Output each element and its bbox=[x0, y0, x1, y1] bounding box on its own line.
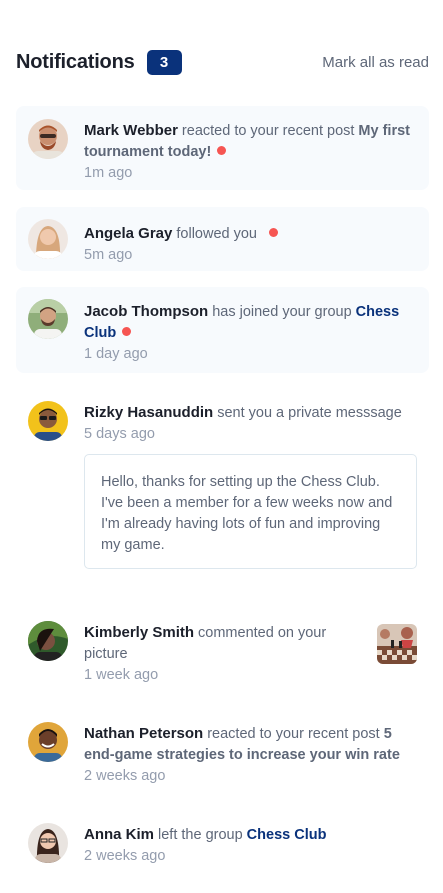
notification-item[interactable]: Kimberly Smith commented on your picture … bbox=[16, 608, 429, 694]
notification-text: Anna Kim left the group Chess Club bbox=[84, 824, 413, 846]
avatar-angela-gray[interactable] bbox=[28, 219, 68, 259]
user-name-link[interactable]: Angela Gray bbox=[84, 225, 172, 242]
notification-time: 1 day ago bbox=[84, 346, 148, 362]
notification-action: reacted to your recent post bbox=[181, 123, 355, 139]
notification-time: 1 week ago bbox=[84, 667, 159, 683]
unread-dot-icon bbox=[217, 146, 227, 155]
notification-action: sent you a private messsage bbox=[217, 405, 402, 421]
notification-text: Jacob Thompson has joined your group Chess… bbox=[84, 301, 413, 344]
user-name-link[interactable]: Kimberly Smith bbox=[84, 624, 194, 641]
group-name-link[interactable]: Chess Club bbox=[247, 827, 327, 843]
avatar-rizky-hasanuddin[interactable] bbox=[28, 401, 68, 441]
notification-time: 2 weeks ago bbox=[84, 848, 166, 864]
notification-action: followed you bbox=[176, 226, 257, 242]
avatar-nathan-peterson[interactable] bbox=[28, 722, 68, 762]
user-name-link[interactable]: Jacob Thompson bbox=[84, 303, 208, 320]
notification-item[interactable]: Anna Kim left the group Chess Club 2 weeks… bbox=[16, 810, 429, 880]
notification-time: 2 weeks ago bbox=[84, 768, 166, 784]
notification-time: 5m ago bbox=[84, 247, 133, 263]
private-message-preview[interactable]: Hello, thanks for setting up the Chess C… bbox=[84, 454, 417, 569]
notification-text: Kimberly Smith commented on your picture bbox=[84, 622, 413, 665]
mark-all-as-read-button[interactable]: Mark all as read bbox=[322, 54, 429, 71]
notification-action: left the group bbox=[158, 827, 243, 843]
chess-picture-thumbnail[interactable] bbox=[377, 624, 417, 664]
unread-count-badge: 3 bbox=[146, 49, 182, 75]
notification-text: Rizky Hasanuddin sent you a private messs… bbox=[84, 402, 413, 424]
notification-action: reacted to your recent post bbox=[207, 726, 380, 742]
user-name-link[interactable]: Mark Webber bbox=[84, 122, 178, 139]
notification-text: Mark Webber reacted to your recent post My… bbox=[84, 120, 413, 163]
avatar-jacob-thompson[interactable] bbox=[28, 299, 68, 339]
unread-dot-icon bbox=[122, 327, 132, 336]
notification-time: 5 days ago bbox=[84, 426, 155, 442]
notification-item[interactable]: Mark Webber reacted to your recent post My… bbox=[16, 106, 429, 190]
avatar-anna-kim[interactable] bbox=[28, 823, 68, 863]
user-name-link[interactable]: Anna Kim bbox=[84, 826, 154, 843]
unread-dot-icon bbox=[268, 228, 278, 237]
avatar-kimberly-smith[interactable] bbox=[28, 621, 68, 661]
notification-item[interactable]: Angela Gray followed you 5m ago bbox=[16, 207, 429, 271]
user-name-link[interactable]: Nathan Peterson bbox=[84, 725, 203, 742]
page-title: Notifications bbox=[16, 50, 135, 73]
notification-text: Angela Gray followed you bbox=[84, 221, 413, 245]
notification-item[interactable]: Jacob Thompson has joined your group Chess… bbox=[16, 287, 429, 373]
notification-item[interactable]: Nathan Peterson reacted to your recent po… bbox=[16, 709, 429, 795]
notification-text: Nathan Peterson reacted to your recent po… bbox=[84, 723, 413, 766]
user-name-link[interactable]: Rizky Hasanuddin bbox=[84, 404, 213, 421]
notification-action: has joined your group bbox=[212, 304, 352, 320]
notification-time: 1m ago bbox=[84, 165, 133, 181]
notifications-header: Notifications 3 Mark all as read bbox=[16, 48, 429, 76]
avatar-mark-webber[interactable] bbox=[28, 119, 68, 159]
